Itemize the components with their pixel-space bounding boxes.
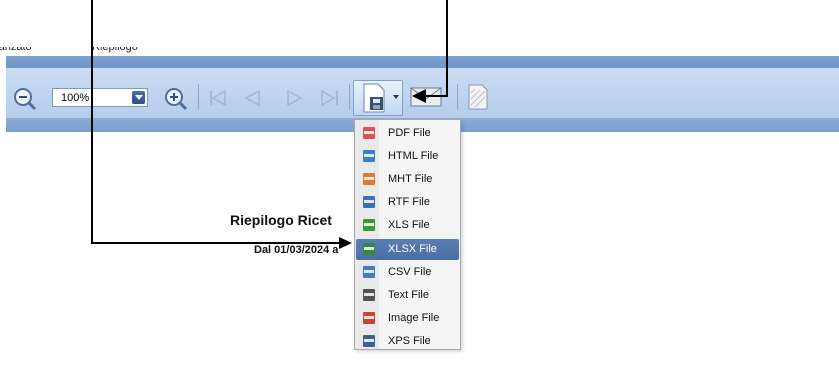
annotation-arrows: [91, 0, 448, 249]
